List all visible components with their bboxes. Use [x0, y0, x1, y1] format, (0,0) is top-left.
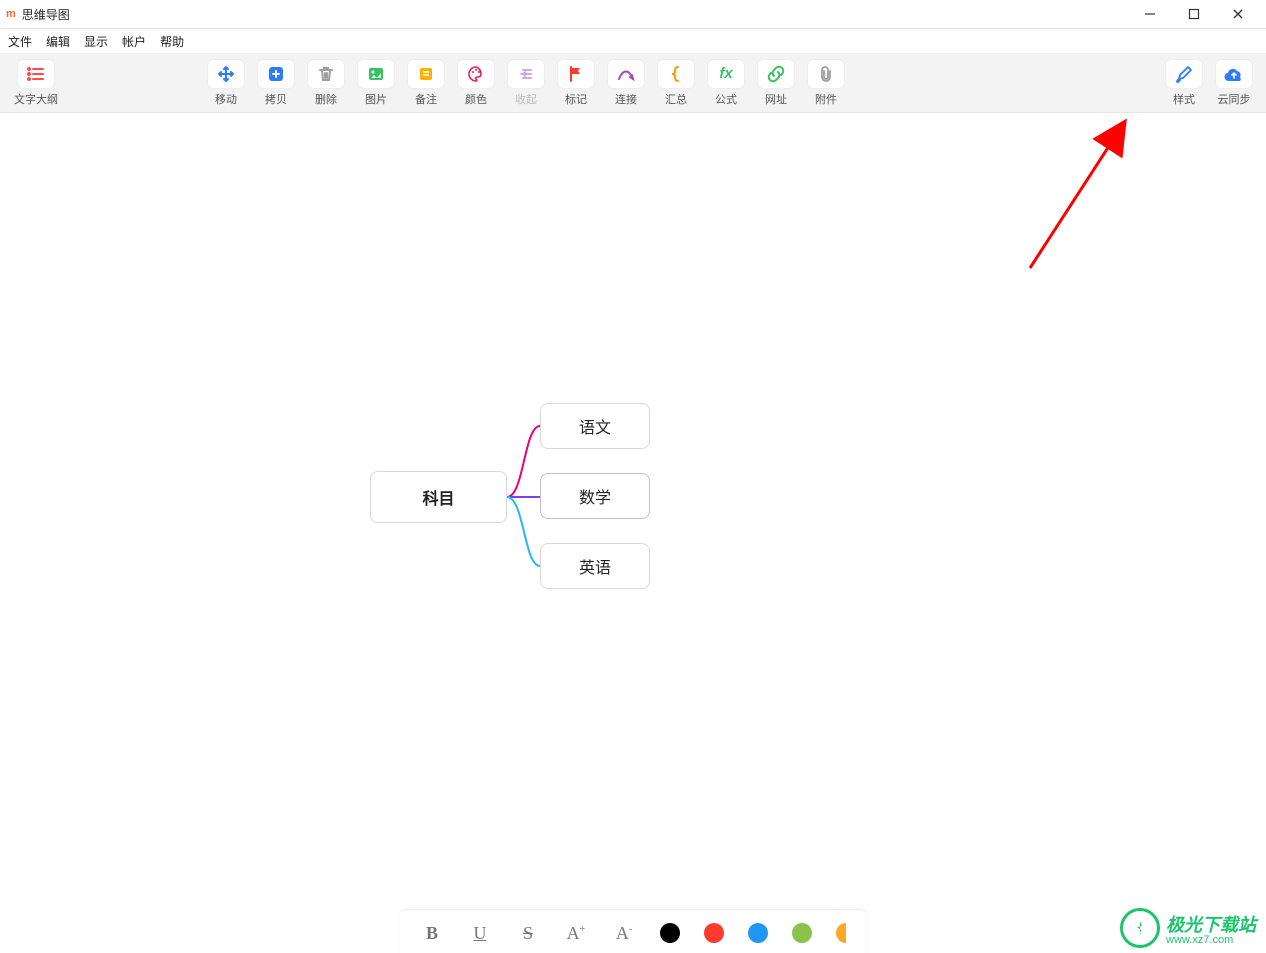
color-green[interactable]	[792, 923, 812, 943]
mindmap-child-2-label: 数学	[579, 484, 611, 508]
toolbar-style-label: 样式	[1173, 91, 1195, 107]
paperclip-icon	[808, 60, 844, 88]
collapse-icon	[508, 60, 544, 88]
color-black[interactable]	[660, 923, 680, 943]
watermark-title: 极光下载站	[1166, 915, 1256, 935]
toolbar-image-label: 图片	[365, 91, 387, 107]
window-controls	[1128, 0, 1260, 28]
menu-file[interactable]: 文件	[6, 31, 34, 52]
app-icon: m	[6, 8, 16, 20]
format-bar: B U S A+ A-	[400, 909, 866, 953]
plus-square-icon	[258, 60, 294, 88]
toolbar-cloudsync-label: 云同步	[1218, 91, 1251, 107]
menu-account[interactable]: 帐户	[120, 31, 148, 52]
color-blue[interactable]	[748, 923, 768, 943]
toolbar-attachment[interactable]: 附件	[808, 60, 844, 107]
image-icon	[358, 60, 394, 88]
font-decrease-button[interactable]: A-	[612, 923, 636, 944]
toolbar-outline-label: 文字大纲	[14, 91, 58, 107]
mindmap-child-3-label: 英语	[579, 554, 611, 578]
toolbar-summary-label: 汇总	[665, 91, 687, 107]
mindmap-child-1-label: 语文	[579, 414, 611, 438]
mindmap-root-label: 科目	[422, 485, 454, 509]
toolbar-cloudsync[interactable]: 云同步	[1216, 60, 1252, 107]
move-icon	[208, 60, 244, 88]
bold-button[interactable]: B	[420, 923, 444, 944]
watermark-logo-icon	[1120, 908, 1160, 948]
toolbar-collapse-label: 收起	[515, 91, 537, 107]
toolbar-formula[interactable]: fx 公式	[708, 60, 744, 107]
menubar: 文件 编辑 显示 帐户 帮助	[0, 29, 1266, 54]
font-increase-button[interactable]: A+	[564, 923, 588, 944]
toolbar-note-label: 备注	[415, 91, 437, 107]
trash-icon	[308, 60, 344, 88]
canvas[interactable]: 科目 语文 数学 英语 B U S A+ A-	[0, 113, 1266, 953]
toolbar: 文字大纲 移动 拷贝 删除 图片 备注	[0, 54, 1266, 113]
toolbar-connect-label: 连接	[615, 91, 637, 107]
toolbar-collapse[interactable]: 收起	[508, 60, 544, 107]
toolbar-attachment-label: 附件	[815, 91, 837, 107]
toolbar-summary[interactable]: 汇总	[658, 60, 694, 107]
strike-button[interactable]: S	[516, 923, 540, 944]
link-icon	[758, 60, 794, 88]
color-red[interactable]	[704, 923, 724, 943]
menu-view[interactable]: 显示	[82, 31, 110, 52]
palette-icon	[458, 60, 494, 88]
minimize-button[interactable]	[1128, 0, 1172, 28]
brush-icon	[1166, 60, 1202, 88]
fx-icon: fx	[708, 60, 744, 88]
toolbar-marker[interactable]: 标记	[558, 60, 594, 107]
window-title: 思维导图	[22, 6, 70, 23]
toolbar-delete[interactable]: 删除	[308, 60, 344, 107]
toolbar-color[interactable]: 颜色	[458, 60, 494, 107]
toolbar-note[interactable]: 备注	[408, 60, 444, 107]
brace-icon	[658, 60, 694, 88]
mindmap-child-2[interactable]: 数学	[540, 473, 650, 519]
toolbar-move-label: 移动	[215, 91, 237, 107]
arrow-curve-icon	[608, 60, 644, 88]
watermark: 极光下载站 www.xz7.com	[1110, 900, 1266, 953]
watermark-url: www.xz7.com	[1166, 935, 1256, 946]
mindmap-child-3[interactable]: 英语	[540, 543, 650, 589]
maximize-button[interactable]	[1172, 0, 1216, 28]
menu-edit[interactable]: 编辑	[44, 31, 72, 52]
underline-button[interactable]: U	[468, 923, 492, 944]
list-icon	[18, 60, 54, 88]
toolbar-image[interactable]: 图片	[358, 60, 394, 107]
toolbar-url-label: 网址	[765, 91, 787, 107]
toolbar-outline[interactable]: 文字大纲	[14, 60, 58, 107]
toolbar-copy[interactable]: 拷贝	[258, 60, 294, 107]
menu-help[interactable]: 帮助	[158, 31, 186, 52]
toolbar-copy-label: 拷贝	[265, 91, 287, 107]
toolbar-delete-label: 删除	[315, 91, 337, 107]
toolbar-url[interactable]: 网址	[758, 60, 794, 107]
annotation-arrow	[1000, 108, 1160, 278]
titlebar: m 思维导图	[0, 0, 1266, 29]
toolbar-move[interactable]: 移动	[208, 60, 244, 107]
mindmap-root-node[interactable]: 科目	[370, 471, 507, 523]
toolbar-marker-label: 标记	[565, 91, 587, 107]
toolbar-connect[interactable]: 连接	[608, 60, 644, 107]
cloud-upload-icon	[1216, 60, 1252, 88]
mindmap-child-1[interactable]: 语文	[540, 403, 650, 449]
toolbar-style[interactable]: 样式	[1166, 60, 1202, 107]
color-orange[interactable]	[836, 923, 846, 943]
note-icon	[408, 60, 444, 88]
close-button[interactable]	[1216, 0, 1260, 28]
toolbar-formula-label: 公式	[715, 91, 737, 107]
toolbar-color-label: 颜色	[465, 91, 487, 107]
flag-icon	[558, 60, 594, 88]
